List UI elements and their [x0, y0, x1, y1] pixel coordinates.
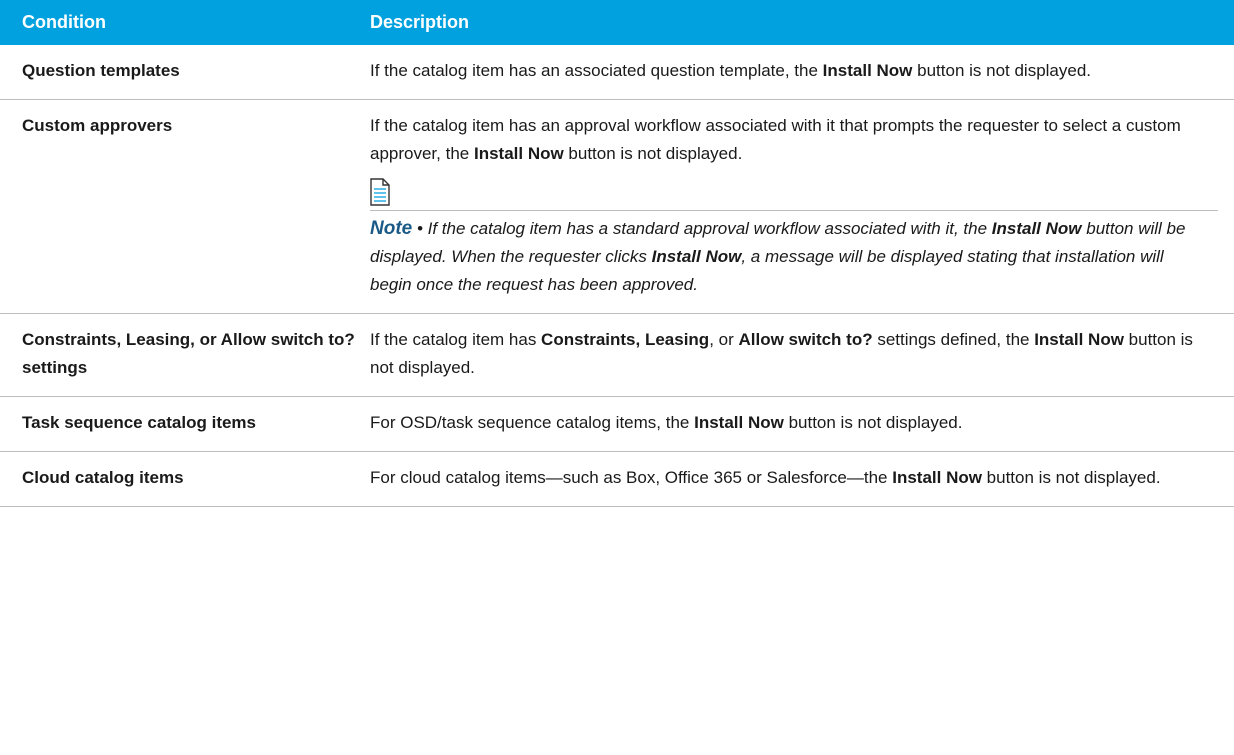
table-row: Task sequence catalog items For OSD/task…	[0, 396, 1234, 452]
description-cell: For OSD/task sequence catalog items, the…	[370, 396, 1234, 452]
description-text: If the catalog item has	[370, 330, 542, 349]
install-now-term: Install Now	[1034, 330, 1124, 349]
install-now-term: Install Now	[991, 219, 1082, 238]
description-text: button is not displayed.	[981, 468, 1161, 487]
note-body: If the catalog item has a standard appro…	[427, 219, 992, 238]
install-now-term: Install Now	[473, 144, 564, 163]
condition-cell: Question templates	[0, 45, 370, 100]
note-text: Note • If the catalog item has a standar…	[370, 215, 1206, 299]
description-text: button is not displayed.	[563, 144, 743, 163]
table-row: Constraints, Leasing, or Allow switch to…	[0, 313, 1234, 397]
description-text: button is not displayed.	[783, 413, 963, 432]
description-cell: If the catalog item has an approval work…	[370, 99, 1234, 314]
description-cell: For cloud catalog items—such as Box, Off…	[370, 451, 1234, 507]
conditions-table: Condition Description Question templates…	[0, 0, 1234, 507]
condition-cell: Task sequence catalog items	[0, 396, 370, 452]
install-now-term: Install Now	[822, 61, 913, 80]
note-bullet: •	[412, 219, 428, 238]
column-header-condition: Condition	[0, 0, 370, 45]
table-row: Custom approvers If the catalog item has…	[0, 99, 1234, 314]
table-row: Question templates If the catalog item h…	[0, 45, 1234, 100]
description-text: , or	[709, 330, 739, 349]
column-header-description: Description	[370, 0, 1234, 45]
setting-term: Allow switch to?	[738, 330, 873, 349]
description-cell: If the catalog item has Constraints, Lea…	[370, 313, 1234, 397]
install-now-term: Install Now	[694, 413, 784, 432]
table-row: Cloud catalog items For cloud catalog it…	[0, 451, 1234, 507]
description-text: settings defined, the	[872, 330, 1035, 349]
note-document-icon	[370, 178, 390, 206]
description-text: For cloud catalog items—such as Box, Off…	[370, 468, 893, 487]
note-divider	[370, 210, 1218, 211]
install-now-term: Install Now	[651, 247, 742, 266]
install-now-term: Install Now	[892, 468, 982, 487]
condition-cell: Constraints, Leasing, or Allow switch to…	[0, 313, 370, 397]
description-cell: If the catalog item has an associated qu…	[370, 45, 1234, 100]
note-label: Note	[370, 218, 413, 239]
description-text: For OSD/task sequence catalog items, the	[370, 413, 695, 432]
header-row: Condition Description	[0, 0, 1234, 45]
description-text: If the catalog item has an associated qu…	[370, 61, 823, 80]
condition-cell: Cloud catalog items	[0, 451, 370, 507]
condition-cell: Custom approvers	[0, 99, 370, 314]
table-header: Condition Description	[0, 0, 1234, 45]
description-paragraph: If the catalog item has an approval work…	[370, 112, 1206, 168]
setting-term: Constraints, Leasing	[541, 330, 710, 349]
description-text: button is not displayed.	[912, 61, 1092, 80]
